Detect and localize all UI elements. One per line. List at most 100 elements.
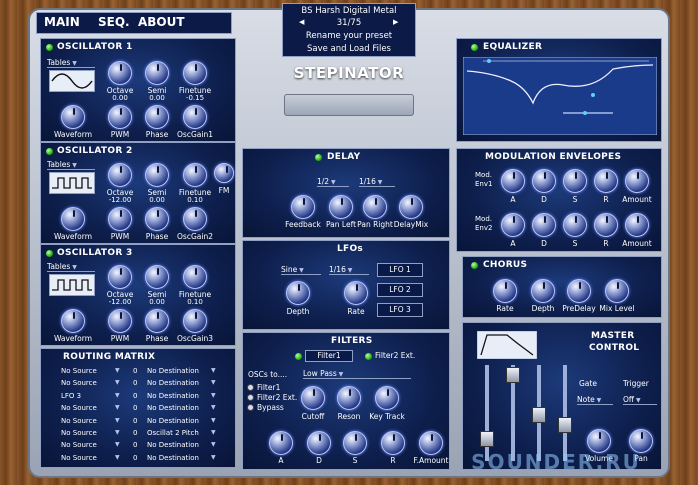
prev-preset-icon[interactable]: ◀ <box>299 18 304 26</box>
mod-env2-r-knob[interactable] <box>594 213 618 237</box>
amp-attack-fader[interactable] <box>480 431 494 447</box>
chevron-down-icon[interactable]: ▼ <box>115 441 120 448</box>
chevron-down-icon[interactable]: ▼ <box>211 454 216 461</box>
amp-release-fader[interactable] <box>558 417 572 433</box>
mod-env1-d-knob[interactable] <box>532 169 556 193</box>
chorus-rate-knob[interactable] <box>493 279 517 303</box>
mod-env1-a-knob[interactable] <box>501 169 525 193</box>
osc2-pwm-knob[interactable] <box>108 207 132 231</box>
routing-source-select[interactable]: No Source <box>61 404 97 412</box>
chevron-down-icon[interactable]: ▼ <box>115 417 120 424</box>
osc1-octave-knob[interactable] <box>108 61 132 85</box>
osc1-table-select[interactable]: Tables <box>47 58 95 68</box>
osc1-finetune-knob[interactable] <box>183 61 207 85</box>
mod-env1-r-knob[interactable] <box>594 169 618 193</box>
routing-destination-select[interactable]: No Destination <box>147 404 199 412</box>
osc3-finetune-knob[interactable] <box>183 265 207 289</box>
chevron-down-icon[interactable]: ▼ <box>115 404 120 411</box>
chevron-down-icon[interactable]: ▼ <box>211 379 216 386</box>
routing-amount-value[interactable]: 0 <box>133 379 137 387</box>
chevron-down-icon[interactable]: ▼ <box>115 454 120 461</box>
osc2-fm-knob[interactable] <box>214 163 234 183</box>
chevron-down-icon[interactable]: ▼ <box>211 367 216 374</box>
mod-env2-amount-knob[interactable] <box>625 213 649 237</box>
routing-amount-value[interactable]: 0 <box>133 417 137 425</box>
routing-amount-value[interactable]: 0 <box>133 404 137 412</box>
lfo-depth-knob[interactable] <box>286 281 310 305</box>
lfo-2-button[interactable]: LFO 2 <box>377 283 423 297</box>
chevron-down-icon[interactable]: ▼ <box>211 392 216 399</box>
routing-source-select[interactable]: No Source <box>61 429 97 437</box>
osc1-phase-knob[interactable] <box>145 105 169 129</box>
osc2-finetune-knob[interactable] <box>183 163 207 187</box>
filter-env-amount-knob[interactable] <box>419 431 443 455</box>
delay-feedback-knob[interactable] <box>291 195 315 219</box>
osc2-semi-knob[interactable] <box>145 163 169 187</box>
lfo-shape-select[interactable]: Sine <box>281 265 321 275</box>
osc3-led[interactable] <box>46 250 53 257</box>
osc3-semi-knob[interactable] <box>145 265 169 289</box>
delay-panright-knob[interactable] <box>363 195 387 219</box>
routing-destination-select[interactable]: Oscillat 2 Pitch <box>147 429 199 437</box>
chevron-down-icon[interactable]: ▼ <box>115 379 120 386</box>
osc2-table-select[interactable]: Tables <box>47 160 95 170</box>
routing-amount-value[interactable]: 0 <box>133 454 137 462</box>
routing-source-select[interactable]: No Source <box>61 417 97 425</box>
preset-name[interactable]: BS Harsh Digital Metal <box>283 6 415 16</box>
filter-type-select[interactable]: Low Pass <box>303 369 411 379</box>
mod-env2-d-knob[interactable] <box>532 213 556 237</box>
next-preset-icon[interactable]: ▶ <box>393 18 398 26</box>
routing-amount-value[interactable]: 0 <box>133 429 137 437</box>
mod-env2-s-knob[interactable] <box>563 213 587 237</box>
osc3-pwm-knob[interactable] <box>108 309 132 333</box>
filter-env-a-knob[interactable] <box>269 431 293 455</box>
osc2-waveform-knob[interactable] <box>61 207 85 231</box>
filter2-led[interactable] <box>365 353 372 360</box>
routing-amount-value[interactable]: 0 <box>133 367 137 375</box>
osc2-led[interactable] <box>46 148 53 155</box>
routing-source-select[interactable]: No Source <box>61 367 97 375</box>
filter-env-r-knob[interactable] <box>381 431 405 455</box>
tab-about[interactable]: ABOUT <box>138 15 185 29</box>
filter-env-s-knob[interactable] <box>343 431 367 455</box>
routing-destination-select[interactable]: No Destination <box>147 417 199 425</box>
filter1-button[interactable]: Filter1 <box>305 350 353 362</box>
lfo-1-button[interactable]: LFO 1 <box>377 263 423 277</box>
routing-source-select[interactable]: No Source <box>61 454 97 462</box>
osc2-gain-knob[interactable] <box>183 207 207 231</box>
routing-source-select[interactable]: LFO 3 <box>61 392 81 400</box>
lfo-rate-select[interactable]: 1/16 <box>329 265 369 275</box>
chevron-down-icon[interactable]: ▼ <box>115 429 120 436</box>
eq-curve-display[interactable] <box>463 57 657 135</box>
routing-destination-select[interactable]: No Destination <box>147 454 199 462</box>
osc3-octave-knob[interactable] <box>108 265 132 289</box>
osc1-gain-knob[interactable] <box>183 105 207 129</box>
delay-panleft-knob[interactable] <box>329 195 353 219</box>
osc2-phase-knob[interactable] <box>145 207 169 231</box>
filter-keytrack-knob[interactable] <box>375 386 399 410</box>
amp-decay-fader[interactable] <box>506 367 520 383</box>
chorus-led[interactable] <box>471 262 478 269</box>
route-filter1-radio[interactable] <box>247 384 254 391</box>
routing-destination-select[interactable]: No Destination <box>147 367 199 375</box>
delay-mix-knob[interactable] <box>399 195 423 219</box>
delay-time-right-select[interactable]: 1/16 <box>359 177 395 187</box>
chorus-predelay-knob[interactable] <box>567 279 591 303</box>
rename-preset-button[interactable]: Rename your preset <box>283 31 415 41</box>
chevron-down-icon[interactable]: ▼ <box>211 441 216 448</box>
filter2-ext-button[interactable]: Filter2 Ext. <box>375 351 415 360</box>
chevron-down-icon[interactable]: ▼ <box>211 404 216 411</box>
routing-destination-select[interactable]: No Destination <box>147 379 199 387</box>
osc1-pwm-knob[interactable] <box>108 105 132 129</box>
osc2-octave-knob[interactable] <box>108 163 132 187</box>
tab-seq[interactable]: SEQ. <box>98 15 130 29</box>
mod-env2-a-knob[interactable] <box>501 213 525 237</box>
save-load-dropdown[interactable]: Save and Load Files <box>289 44 409 54</box>
chorus-depth-knob[interactable] <box>531 279 555 303</box>
routing-destination-select[interactable]: No Destination <box>147 441 199 449</box>
routing-amount-value[interactable]: 0 <box>133 441 137 449</box>
chevron-down-icon[interactable]: ▼ <box>115 367 120 374</box>
osc3-table-select[interactable]: Tables <box>47 262 95 272</box>
chorus-mix-knob[interactable] <box>605 279 629 303</box>
chevron-down-icon[interactable]: ▼ <box>211 429 216 436</box>
